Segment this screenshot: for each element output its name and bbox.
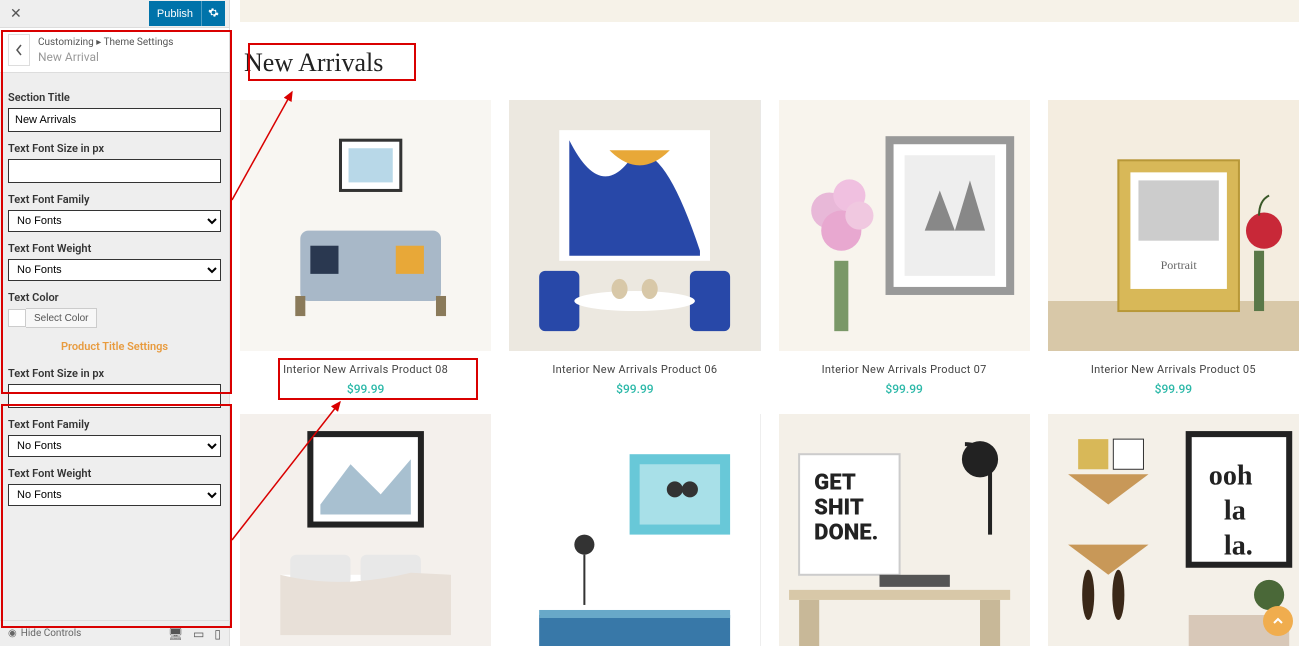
product-image: ooh la la. [1048, 414, 1299, 646]
section-title-preview: New Arrivals [240, 40, 387, 86]
product-title: Interior New Arrivals Product 08 [240, 363, 491, 376]
svg-text:DONE.: DONE. [814, 520, 878, 546]
panel-header: Customizing ▸ Theme Settings New Arrival [0, 28, 229, 73]
back-button[interactable] [8, 34, 30, 66]
p-font-family-select[interactable]: No Fonts [8, 435, 221, 457]
product-card[interactable]: Interior New Arrivals Product 07 $99.99 [779, 100, 1030, 396]
product-card[interactable] [240, 414, 491, 646]
section-title-input[interactable] [8, 108, 221, 132]
settings-panel: Section Title Text Font Size in px Text … [0, 73, 229, 620]
product-grid: Interior New Arrivals Product 08 $99.99 … [240, 100, 1299, 646]
close-icon[interactable]: ✕ [4, 6, 28, 22]
product-title: Interior New Arrivals Product 07 [779, 363, 1030, 376]
product-price: $99.99 [240, 382, 491, 396]
p-font-size-input[interactable] [8, 384, 221, 408]
mobile-icon[interactable]: ▯ [214, 627, 221, 641]
gear-icon[interactable] [201, 1, 225, 26]
product-price: $99.99 [779, 382, 1030, 396]
product-card[interactable]: Portrait Interior New Arrivals Product 0… [1048, 100, 1299, 396]
section-title-label: Section Title [8, 91, 221, 104]
color-swatch[interactable] [8, 309, 26, 327]
font-size-input[interactable] [8, 159, 221, 183]
svg-text:ooh: ooh [1209, 461, 1253, 492]
preview-pane: New Arrivals Interior New Arrivals Produ… [230, 0, 1309, 646]
product-title-settings-heading: Product Title Settings [8, 328, 221, 357]
product-image [240, 100, 491, 351]
p-font-weight-select[interactable]: No Fonts [8, 484, 221, 506]
p-font-size-label: Text Font Size in px [8, 367, 221, 380]
svg-text:GET: GET [814, 470, 856, 496]
collapse-icon: ◉ [8, 628, 17, 639]
font-weight-select[interactable]: No Fonts [8, 259, 221, 281]
product-price: $99.99 [1048, 382, 1299, 396]
svg-text:la.: la. [1224, 531, 1253, 562]
product-card[interactable]: GETSHITDONE. [779, 414, 1030, 646]
breadcrumb: Customizing ▸ Theme Settings [38, 37, 173, 48]
font-family-label: Text Font Family [8, 193, 221, 206]
font-weight-label: Text Font Weight [8, 242, 221, 255]
tablet-icon[interactable]: ▭ [193, 627, 204, 641]
p-font-weight-label: Text Font Weight [8, 467, 221, 480]
svg-text:la: la [1224, 496, 1246, 527]
product-card[interactable]: Interior New Arrivals Product 06 $99.99 [509, 100, 760, 396]
panel-title: New Arrival [38, 50, 173, 64]
p-font-family-label: Text Font Family [8, 418, 221, 431]
svg-text:SHIT: SHIT [814, 495, 864, 521]
product-title: Interior New Arrivals Product 05 [1048, 363, 1299, 376]
product-image [509, 414, 760, 646]
top-band [240, 0, 1299, 22]
product-image [240, 414, 491, 646]
product-title: Interior New Arrivals Product 06 [509, 363, 760, 376]
product-card[interactable]: ooh la la. [1048, 414, 1299, 646]
font-size-label: Text Font Size in px [8, 142, 221, 155]
publish-button[interactable]: Publish [149, 1, 201, 26]
product-image: GETSHITDONE. [779, 414, 1030, 646]
scroll-top-button[interactable] [1263, 606, 1293, 636]
product-image: Portrait [1048, 100, 1299, 351]
desktop-icon[interactable]: 🖥 [168, 627, 183, 641]
font-family-select[interactable]: No Fonts [8, 210, 221, 232]
product-image [509, 100, 760, 351]
svg-text:Portrait: Portrait [1160, 258, 1197, 272]
product-card[interactable]: Interior New Arrivals Product 08 $99.99 [240, 100, 491, 396]
product-card[interactable] [509, 414, 760, 646]
product-price: $99.99 [509, 382, 760, 396]
text-color-label: Text Color [8, 291, 221, 304]
customizer-sidebar: ✕ Publish Customizing ▸ Theme Settings N… [0, 0, 230, 646]
select-color-button[interactable]: Select Color [26, 308, 97, 328]
sidebar-topbar: ✕ Publish [0, 0, 229, 28]
product-image [779, 100, 1030, 351]
hide-controls-button[interactable]: ◉ Hide Controls [8, 628, 81, 639]
sidebar-bottombar: ◉ Hide Controls 🖥 ▭ ▯ [0, 620, 229, 646]
